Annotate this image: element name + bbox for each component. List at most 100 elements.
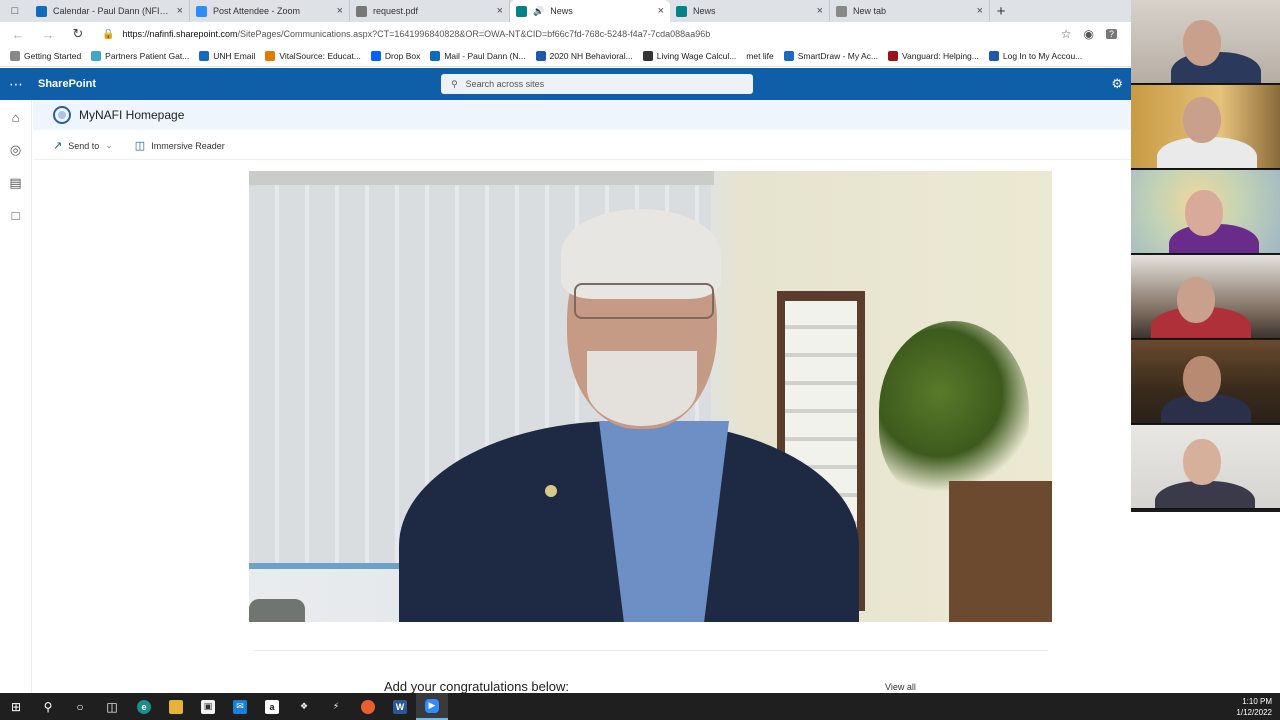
browser-tab[interactable]: 🔊 News × xyxy=(510,0,670,22)
home-icon[interactable]: ⌂ xyxy=(12,110,20,125)
bookmark-label: Mail - Paul Dann (N... xyxy=(444,51,526,61)
participant-face xyxy=(1185,190,1223,236)
bookmark-label: 2020 NH Behavioral... xyxy=(549,51,633,61)
dropbox-icon[interactable]: ❖ xyxy=(288,693,320,720)
bookmark-item[interactable]: Living Wage Calcul... xyxy=(642,51,736,61)
bookmark-item[interactable]: 2020 NH Behavioral... xyxy=(535,51,633,61)
desktop-screen: □ Calendar - Paul Dann (NFI NORTH×Post A… xyxy=(0,0,1280,720)
browser-tab[interactable]: request.pdf × xyxy=(350,0,510,22)
back-arrow-icon[interactable]: ← xyxy=(8,24,28,44)
browser-tab-title: New tab xyxy=(853,6,887,16)
immersive-reader-label: Immersive Reader xyxy=(151,140,225,151)
mail-icon[interactable]: ✉ xyxy=(224,693,256,720)
bookmark-item[interactable]: UNH Email xyxy=(199,51,255,61)
app-launcher-icon[interactable]: ⋯ xyxy=(0,68,32,100)
taskbar-search-icon[interactable]: ⚲ xyxy=(32,693,64,720)
participant-tile[interactable] xyxy=(1131,0,1280,84)
bookmark-item[interactable]: Mail - Paul Dann (N... xyxy=(430,51,526,61)
help-icon[interactable]: ? xyxy=(1105,29,1117,39)
outlook-icon xyxy=(430,51,441,61)
firefox-icon[interactable] xyxy=(352,693,384,720)
new-tab-button[interactable]: + xyxy=(990,0,1012,22)
dropbox-icon xyxy=(370,51,381,61)
edge-browser-icon[interactable]: e xyxy=(128,693,160,720)
newtab-icon xyxy=(836,5,847,17)
document-icon xyxy=(356,5,367,17)
windows-taskbar: ⊞ ⚲ ○ ◫ e ▣ ✉ a ❖ ⚡ W ▶ 1:10 PM 1/12/202… xyxy=(0,693,1280,720)
bookmark-item[interactable]: Getting Started xyxy=(10,51,81,61)
windows-start-icon[interactable]: ⊞ xyxy=(0,693,32,720)
outlook-icon xyxy=(199,51,210,61)
url-host: https://nafinfi.sharepoint.com xyxy=(122,29,238,39)
amazon-icon[interactable]: a xyxy=(256,693,288,720)
bookmark-item[interactable]: SmartDraw - My Ac... xyxy=(783,51,878,61)
vitalsource-icon xyxy=(265,51,276,61)
bookmark-label: UNH Email xyxy=(213,51,256,61)
system-clock[interactable]: 1:10 PM 1/12/2022 xyxy=(1236,696,1272,718)
sharepoint-icon xyxy=(516,5,527,17)
close-tab-icon[interactable]: × xyxy=(817,5,823,17)
zoom-app-icon[interactable]: ▶ xyxy=(416,693,448,720)
site-title[interactable]: MyNAFI Homepage xyxy=(79,108,184,122)
page-right-margin xyxy=(1131,512,1280,693)
bookmark-item[interactable]: Vanguard: Helping... xyxy=(888,51,979,61)
browser-tab[interactable]: Calendar - Paul Dann (NFI NORTH × xyxy=(30,0,190,22)
close-tab-icon[interactable]: × xyxy=(497,5,503,17)
view-all-link[interactable]: View all xyxy=(885,682,916,692)
audio-playing-icon[interactable]: 🔊 xyxy=(533,6,544,17)
participant-tile[interactable] xyxy=(1131,170,1280,254)
sharepoint-brand[interactable]: SharePoint xyxy=(32,78,96,90)
close-tab-icon[interactable]: × xyxy=(658,5,664,17)
page-icon xyxy=(10,51,20,61)
congrats-heading: Add your congratulations below: xyxy=(384,679,570,694)
browser-tab[interactable]: Post Attendee - Zoom × xyxy=(190,0,350,22)
extension-icon[interactable]: ◉ xyxy=(1084,27,1094,41)
cortana-icon[interactable]: ○ xyxy=(64,693,96,720)
address-bar[interactable]: 🔒 https://nafinfi.sharepoint.com/SitePag… xyxy=(98,24,1051,44)
task-view-icon[interactable]: ◫ xyxy=(96,693,128,720)
pointer-app-icon[interactable]: ⚡ xyxy=(320,693,352,720)
participant-tile[interactable] xyxy=(1131,85,1280,169)
bookmark-item[interactable]: Partners Patient Gat... xyxy=(91,51,189,61)
browser-tab-title: Post Attendee - Zoom xyxy=(213,6,301,16)
participant-tile[interactable] xyxy=(1131,255,1280,339)
participant-tile[interactable] xyxy=(1131,340,1280,424)
bookmark-item[interactable]: met life xyxy=(746,51,773,61)
bookmark-item[interactable]: Drop Box xyxy=(370,51,420,61)
browser-tab-title: News xyxy=(550,6,573,16)
favorite-star-icon[interactable]: ☆ xyxy=(1061,27,1072,41)
window-menu-icon[interactable]: □ xyxy=(0,0,30,22)
section-divider xyxy=(253,650,1048,651)
bookmark-item[interactable]: VitalSource: Educat... xyxy=(265,51,361,61)
site-logo-icon[interactable] xyxy=(53,106,71,124)
immersive-reader-button[interactable]: ◫ Immersive Reader xyxy=(135,139,225,152)
store-icon[interactable]: ▣ xyxy=(192,693,224,720)
participant-face xyxy=(1183,356,1221,402)
bookmark-label: VitalSource: Educat... xyxy=(279,51,361,61)
search-box[interactable]: ⚲ Search across sites xyxy=(441,74,753,94)
participant-tile[interactable] xyxy=(1131,425,1280,509)
settings-gear-icon[interactable]: ⚙ xyxy=(1111,76,1123,92)
close-tab-icon[interactable]: × xyxy=(177,5,183,17)
news-icon[interactable]: ▤ xyxy=(9,175,21,191)
word-icon[interactable]: W xyxy=(384,693,416,720)
search-icon: ⚲ xyxy=(451,78,458,89)
bookmark-label: Log In to My Accou... xyxy=(1002,51,1083,61)
participant-face xyxy=(1177,277,1215,323)
sharepoint-app-bar: ⌂ ◎ ▤ □ xyxy=(0,100,32,693)
send-to-button[interactable]: ↗ Send to ⌄ xyxy=(53,139,113,152)
send-to-label: Send to xyxy=(68,140,100,151)
browser-tab[interactable]: News × xyxy=(670,0,830,22)
close-tab-icon[interactable]: × xyxy=(337,5,343,17)
globe-icon[interactable]: ◎ xyxy=(10,142,21,158)
browser-tab[interactable]: New tab × xyxy=(830,0,990,22)
bookmark-item[interactable]: Log In to My Accou... xyxy=(988,51,1083,61)
close-tab-icon[interactable]: × xyxy=(977,5,983,17)
participant-face xyxy=(1183,20,1221,66)
forward-arrow-icon[interactable]: → xyxy=(38,24,58,44)
file-explorer-icon[interactable] xyxy=(160,693,192,720)
chair xyxy=(249,599,305,622)
reload-icon[interactable]: ↻ xyxy=(68,24,88,44)
files-icon[interactable]: □ xyxy=(12,208,20,223)
browser-tab-title: Calendar - Paul Dann (NFI NORTH xyxy=(53,6,171,16)
